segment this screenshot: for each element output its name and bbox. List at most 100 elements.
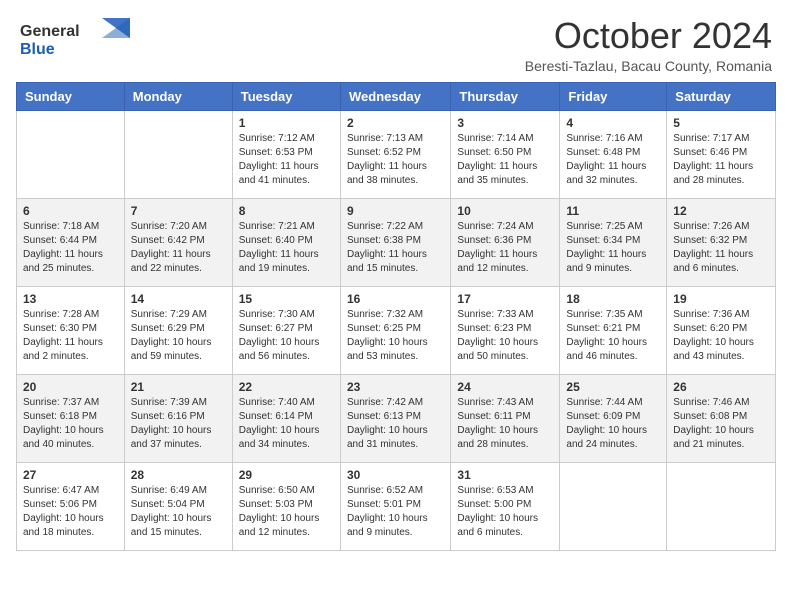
calendar-cell: 27 Sunrise: 6:47 AM Sunset: 5:06 PM Dayli… <box>17 462 125 550</box>
day-number: 28 <box>131 468 226 482</box>
svg-text:Blue: Blue <box>20 41 55 58</box>
weekday-header-monday: Monday <box>124 82 232 110</box>
calendar-cell <box>560 462 667 550</box>
calendar-cell <box>17 110 125 198</box>
day-number: 16 <box>347 292 444 306</box>
calendar-cell: 25 Sunrise: 7:44 AM Sunset: 6:09 PM Dayli… <box>560 374 667 462</box>
day-info: Sunrise: 7:37 AM Sunset: 6:18 PM Dayligh… <box>23 396 118 452</box>
day-number: 1 <box>239 116 334 130</box>
calendar-cell: 26Sunrise: 7:46 AM Sunset: 6:08 PM Dayli… <box>667 374 776 462</box>
day-number: 14 <box>131 292 226 306</box>
week-row-1: 1 Sunrise: 7:12 AM Sunset: 6:53 PM Daylig… <box>17 110 776 198</box>
day-info: Sunrise: 6:49 AM Sunset: 5:04 PM Dayligh… <box>131 484 226 540</box>
calendar-cell: 22 Sunrise: 7:40 AM Sunset: 6:14 PM Dayli… <box>232 374 340 462</box>
calendar-cell: 24 Sunrise: 7:43 AM Sunset: 6:11 PM Dayli… <box>451 374 560 462</box>
day-number: 23 <box>347 380 444 394</box>
calendar-cell: 14 Sunrise: 7:29 AM Sunset: 6:29 PM Dayli… <box>124 286 232 374</box>
calendar-cell: 16 Sunrise: 7:32 AM Sunset: 6:25 PM Dayli… <box>340 286 450 374</box>
calendar-cell: 30 Sunrise: 6:52 AM Sunset: 5:01 PM Dayli… <box>340 462 450 550</box>
calendar-cell: 20 Sunrise: 7:37 AM Sunset: 6:18 PM Dayli… <box>17 374 125 462</box>
calendar-cell: 29Sunrise: 6:50 AM Sunset: 5:03 PM Dayli… <box>232 462 340 550</box>
day-number: 2 <box>347 116 444 130</box>
calendar-cell: 4Sunrise: 7:16 AM Sunset: 6:48 PM Daylig… <box>560 110 667 198</box>
weekday-header-row: SundayMondayTuesdayWednesdayThursdayFrid… <box>17 82 776 110</box>
day-number: 8 <box>239 204 334 218</box>
day-info: Sunrise: 7:14 AM Sunset: 6:50 PM Dayligh… <box>457 132 553 188</box>
day-info: Sunrise: 7:13 AM Sunset: 6:52 PM Dayligh… <box>347 132 444 188</box>
day-number: 18 <box>566 292 660 306</box>
day-info: Sunrise: 7:43 AM Sunset: 6:11 PM Dayligh… <box>457 396 553 452</box>
day-info: Sunrise: 7:28 AM Sunset: 6:30 PM Dayligh… <box>23 308 118 364</box>
day-number: 22 <box>239 380 334 394</box>
calendar-cell: 9Sunrise: 7:22 AM Sunset: 6:38 PM Daylig… <box>340 198 450 286</box>
calendar-cell: 15 Sunrise: 7:30 AM Sunset: 6:27 PM Dayli… <box>232 286 340 374</box>
location-subtitle: Beresti-Tazlau, Bacau County, Romania <box>525 58 772 74</box>
day-number: 20 <box>23 380 118 394</box>
day-info: Sunrise: 6:47 AM Sunset: 5:06 PM Dayligh… <box>23 484 118 540</box>
day-number: 15 <box>239 292 334 306</box>
week-row-2: 6 Sunrise: 7:18 AM Sunset: 6:44 PM Daylig… <box>17 198 776 286</box>
day-number: 5 <box>673 116 769 130</box>
calendar-table: SundayMondayTuesdayWednesdayThursdayFrid… <box>16 82 776 551</box>
svg-text:General: General <box>20 23 80 40</box>
day-number: 9 <box>347 204 444 218</box>
day-info: Sunrise: 7:39 AM Sunset: 6:16 PM Dayligh… <box>131 396 226 452</box>
calendar-cell: 31Sunrise: 6:53 AM Sunset: 5:00 PM Dayli… <box>451 462 560 550</box>
calendar-cell: 13 Sunrise: 7:28 AM Sunset: 6:30 PM Dayli… <box>17 286 125 374</box>
calendar-cell: 6 Sunrise: 7:18 AM Sunset: 6:44 PM Daylig… <box>17 198 125 286</box>
day-number: 19 <box>673 292 769 306</box>
calendar-cell: 17 Sunrise: 7:33 AM Sunset: 6:23 PM Dayli… <box>451 286 560 374</box>
day-info: Sunrise: 7:26 AM Sunset: 6:32 PM Dayligh… <box>673 220 769 276</box>
day-number: 13 <box>23 292 118 306</box>
day-info: Sunrise: 7:18 AM Sunset: 6:44 PM Dayligh… <box>23 220 118 276</box>
calendar-cell: 12 Sunrise: 7:26 AM Sunset: 6:32 PM Dayli… <box>667 198 776 286</box>
day-number: 24 <box>457 380 553 394</box>
day-info: Sunrise: 7:32 AM Sunset: 6:25 PM Dayligh… <box>347 308 444 364</box>
day-info: Sunrise: 7:42 AM Sunset: 6:13 PM Dayligh… <box>347 396 444 452</box>
page-header: General Blue October 2024 Beresti-Tazlau… <box>0 0 792 82</box>
calendar-container: SundayMondayTuesdayWednesdayThursdayFrid… <box>0 82 792 567</box>
weekday-header-sunday: Sunday <box>17 82 125 110</box>
day-number: 10 <box>457 204 553 218</box>
calendar-cell: 7Sunrise: 7:20 AM Sunset: 6:42 PM Daylig… <box>124 198 232 286</box>
week-row-4: 20 Sunrise: 7:37 AM Sunset: 6:18 PM Dayli… <box>17 374 776 462</box>
weekday-header-wednesday: Wednesday <box>340 82 450 110</box>
weekday-header-saturday: Saturday <box>667 82 776 110</box>
day-number: 21 <box>131 380 226 394</box>
day-info: Sunrise: 7:16 AM Sunset: 6:48 PM Dayligh… <box>566 132 660 188</box>
day-number: 11 <box>566 204 660 218</box>
calendar-cell: 28 Sunrise: 6:49 AM Sunset: 5:04 PM Dayli… <box>124 462 232 550</box>
day-info: Sunrise: 6:50 AM Sunset: 5:03 PM Dayligh… <box>239 484 334 540</box>
day-number: 26 <box>673 380 769 394</box>
week-row-5: 27 Sunrise: 6:47 AM Sunset: 5:06 PM Dayli… <box>17 462 776 550</box>
logo: General Blue <box>20 16 130 58</box>
logo-svg: General Blue <box>20 16 130 58</box>
calendar-cell: 19 Sunrise: 7:36 AM Sunset: 6:20 PM Dayli… <box>667 286 776 374</box>
day-info: Sunrise: 7:17 AM Sunset: 6:46 PM Dayligh… <box>673 132 769 188</box>
calendar-cell: 1 Sunrise: 7:12 AM Sunset: 6:53 PM Daylig… <box>232 110 340 198</box>
day-number: 7 <box>131 204 226 218</box>
day-info: Sunrise: 7:44 AM Sunset: 6:09 PM Dayligh… <box>566 396 660 452</box>
weekday-header-friday: Friday <box>560 82 667 110</box>
day-info: Sunrise: 7:21 AM Sunset: 6:40 PM Dayligh… <box>239 220 334 276</box>
day-number: 17 <box>457 292 553 306</box>
day-info: Sunrise: 7:12 AM Sunset: 6:53 PM Dayligh… <box>239 132 334 188</box>
day-info: Sunrise: 7:29 AM Sunset: 6:29 PM Dayligh… <box>131 308 226 364</box>
week-row-3: 13 Sunrise: 7:28 AM Sunset: 6:30 PM Dayli… <box>17 286 776 374</box>
day-number: 12 <box>673 204 769 218</box>
day-info: Sunrise: 7:30 AM Sunset: 6:27 PM Dayligh… <box>239 308 334 364</box>
day-number: 30 <box>347 468 444 482</box>
calendar-cell: 3Sunrise: 7:14 AM Sunset: 6:50 PM Daylig… <box>451 110 560 198</box>
calendar-cell: 11Sunrise: 7:25 AM Sunset: 6:34 PM Dayli… <box>560 198 667 286</box>
day-info: Sunrise: 7:33 AM Sunset: 6:23 PM Dayligh… <box>457 308 553 364</box>
day-info: Sunrise: 7:40 AM Sunset: 6:14 PM Dayligh… <box>239 396 334 452</box>
calendar-cell <box>667 462 776 550</box>
day-info: Sunrise: 7:36 AM Sunset: 6:20 PM Dayligh… <box>673 308 769 364</box>
day-number: 6 <box>23 204 118 218</box>
day-number: 27 <box>23 468 118 482</box>
calendar-cell: 23 Sunrise: 7:42 AM Sunset: 6:13 PM Dayli… <box>340 374 450 462</box>
calendar-cell: 5 Sunrise: 7:17 AM Sunset: 6:46 PM Daylig… <box>667 110 776 198</box>
calendar-cell: 21 Sunrise: 7:39 AM Sunset: 6:16 PM Dayli… <box>124 374 232 462</box>
day-info: Sunrise: 6:52 AM Sunset: 5:01 PM Dayligh… <box>347 484 444 540</box>
day-number: 25 <box>566 380 660 394</box>
